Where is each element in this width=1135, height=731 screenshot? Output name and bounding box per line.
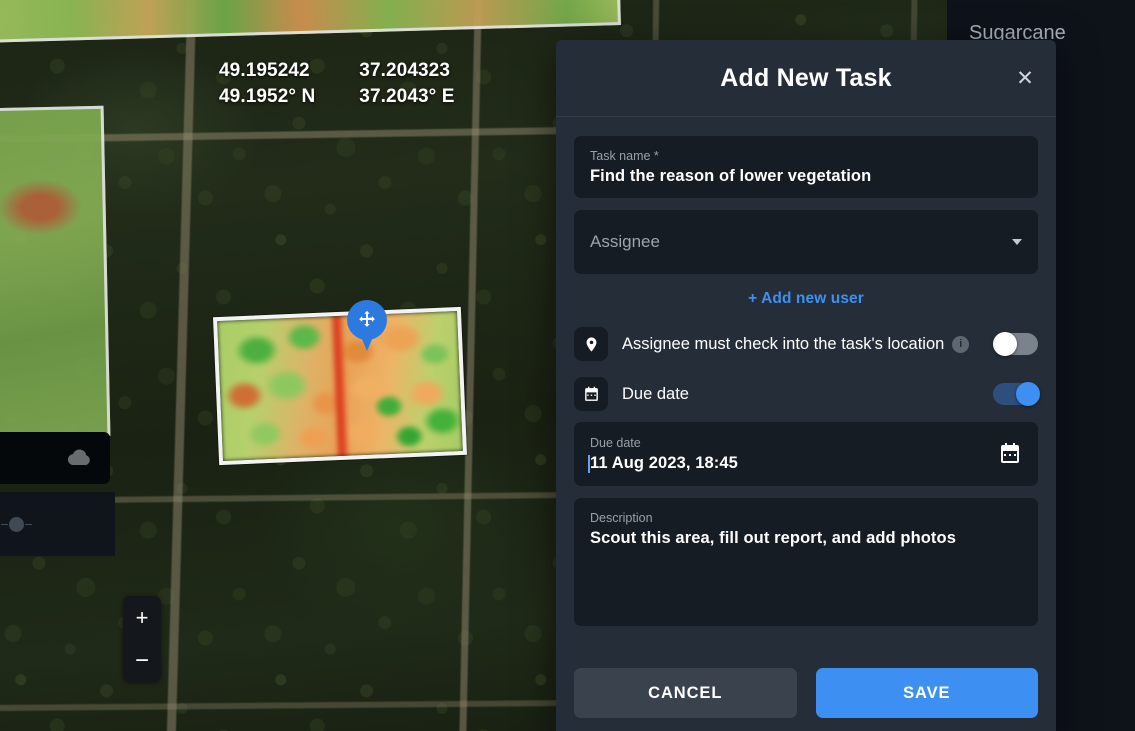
- toggle-knob: [993, 332, 1017, 356]
- ndvi-overlay: [217, 311, 463, 461]
- checkin-label: Assignee must check into the task's loca…: [622, 334, 945, 353]
- description-input[interactable]: Scout this area, fill out report, and ad…: [590, 529, 1022, 548]
- zoom-in-button[interactable]: +: [123, 596, 161, 639]
- field-polygon-ndvi[interactable]: [213, 306, 467, 466]
- cloud-icon: [67, 449, 90, 465]
- app-root: 49.195242 49.1952° N 37.204323 37.2043° …: [0, 0, 1135, 731]
- assignee-placeholder: Assignee: [590, 232, 660, 251]
- add-new-user-button[interactable]: + Add new user: [574, 284, 1038, 322]
- checkin-toggle[interactable]: [993, 332, 1038, 356]
- calendar-picker-icon[interactable]: [998, 442, 1022, 466]
- cancel-button[interactable]: CANCEL: [574, 668, 797, 718]
- checkin-toggle-row: Assignee must check into the task's loca…: [574, 322, 1038, 366]
- info-icon[interactable]: i: [952, 335, 970, 353]
- save-button[interactable]: SAVE: [815, 668, 1038, 718]
- description-field[interactable]: Description Scout this area, fill out re…: [574, 498, 1038, 626]
- task-name-field[interactable]: Task name * Find the reason of lower veg…: [574, 136, 1038, 198]
- close-icon[interactable]: ✕: [1010, 63, 1040, 93]
- move-arrows-icon: [359, 310, 375, 327]
- task-name-input[interactable]: Find the reason of lower vegetation: [590, 167, 1022, 186]
- longitude-dms: 37.2043° E: [359, 86, 455, 107]
- due-date-toggle[interactable]: [993, 382, 1040, 406]
- description-label: Description: [590, 511, 653, 525]
- modal-body: Task name * Find the reason of lower veg…: [556, 117, 1056, 655]
- zoom-out-button[interactable]: −: [123, 639, 161, 682]
- due-date-input[interactable]: 11 Aug 2023, 18:45: [588, 454, 1022, 473]
- due-date-field[interactable]: Due date 11 Aug 2023, 18:45: [574, 422, 1038, 486]
- move-marker-pin[interactable]: [347, 300, 387, 352]
- timeline-node[interactable]: [0, 516, 32, 532]
- add-task-modal: Add New Task ✕ Task name * Find the reas…: [556, 40, 1056, 731]
- timeline-date-card[interactable]: Jun 3: [0, 432, 110, 484]
- due-date-toggle-row: Due date: [574, 372, 1040, 416]
- modal-footer: CANCEL SAVE: [556, 655, 1056, 731]
- modal-header: Add New Task ✕: [556, 40, 1056, 117]
- calendar-icon: [574, 377, 608, 411]
- toggle-knob: [1016, 382, 1040, 406]
- location-pin-icon: [574, 327, 608, 361]
- due-date-label: Due date: [590, 436, 641, 450]
- map-zoom-controls[interactable]: + −: [123, 596, 161, 682]
- latitude-dms: 49.1952° N: [219, 86, 316, 107]
- field-polygon-left[interactable]: [0, 105, 111, 441]
- timeline-scrubber[interactable]: 2021: [0, 492, 115, 556]
- assignee-select[interactable]: Assignee: [574, 210, 1038, 274]
- due-date-toggle-label: Due date: [622, 384, 689, 403]
- coordinates-readout: 49.195242 49.1952° N 37.204323 37.2043° …: [219, 60, 455, 108]
- latitude-decimal: 49.195242: [219, 60, 310, 81]
- chevron-down-icon[interactable]: [1012, 239, 1022, 245]
- longitude-decimal: 37.204323: [359, 60, 450, 81]
- task-name-label: Task name *: [590, 149, 659, 163]
- modal-title: Add New Task: [720, 63, 892, 92]
